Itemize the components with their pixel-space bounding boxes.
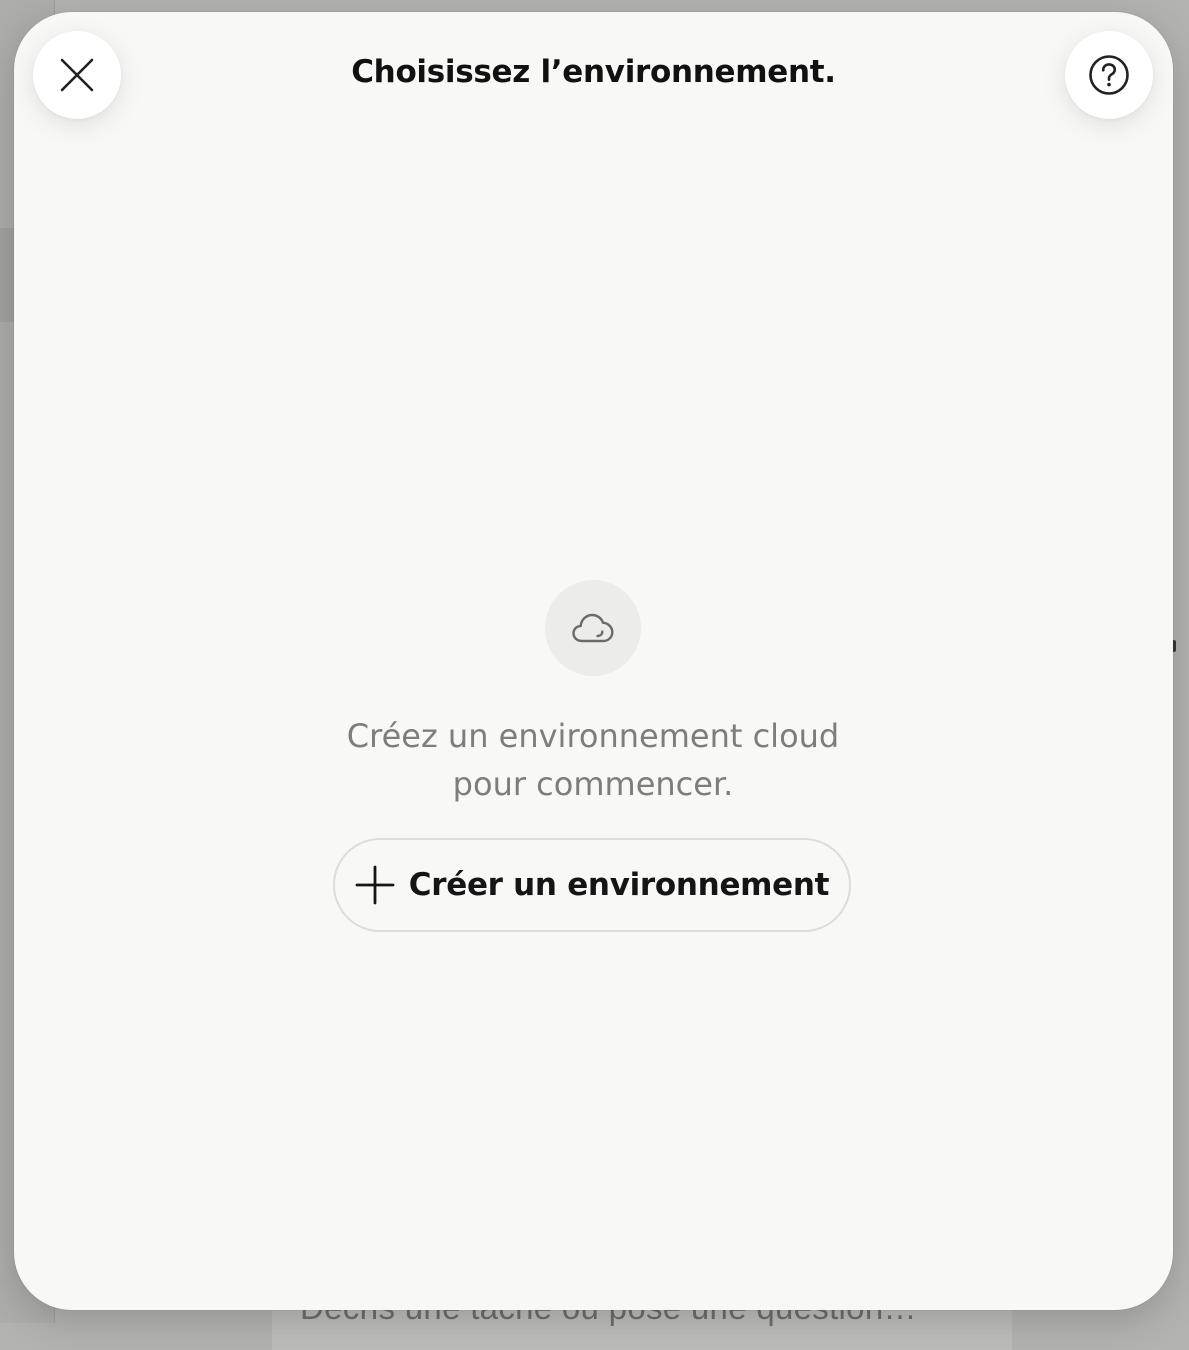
cloud-icon — [572, 613, 614, 643]
cloud-badge — [545, 580, 641, 676]
empty-state-message: Créez un environnement cloud pour commen… — [243, 712, 943, 808]
empty-state-message-line-1: Créez un environnement cloud — [346, 717, 840, 755]
environment-picker-dialog: Choisissez l’environnement. Créez un env… — [14, 12, 1173, 1310]
background-sidebar-item — [0, 228, 14, 322]
question-circle-icon — [1089, 55, 1129, 95]
empty-state-message-line-2: pour commencer. — [452, 765, 734, 803]
dialog-title: Choisissez l’environnement. — [351, 54, 836, 90]
plus-icon — [355, 865, 395, 905]
help-button[interactable] — [1065, 31, 1153, 119]
create-environment-label: Créer un environnement — [408, 867, 830, 903]
create-environment-button[interactable]: Créer un environnement — [333, 838, 851, 932]
